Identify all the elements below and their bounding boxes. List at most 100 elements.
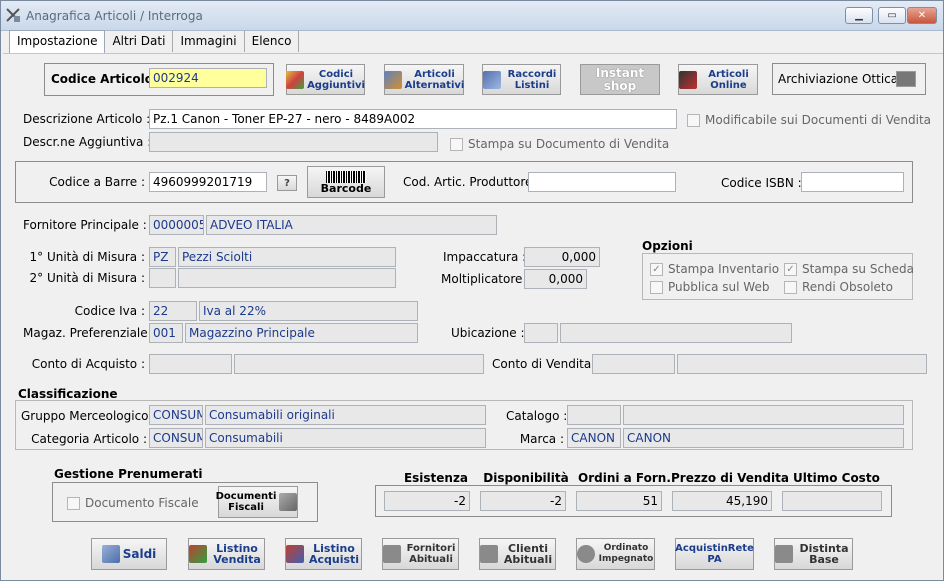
articoli-alternativi-button[interactable]: Articoli Alternativi [383, 64, 464, 95]
articoli-online-button[interactable]: Articoli Online [678, 64, 758, 95]
minimize-button[interactable]: ▁ [845, 7, 873, 24]
stampa-scheda-checkbox[interactable]: ✓ Stampa su Scheda [784, 262, 914, 276]
boxes-icon [383, 70, 402, 89]
documenti-fiscali-button[interactable]: Documenti Fiscali [216, 486, 298, 518]
gruppo-code[interactable]: CONSUM [149, 405, 203, 425]
title-bar: Anagrafica Articoli / Interroga ▁ ▭ ✕ [1, 1, 943, 31]
marca-code[interactable]: CANON [567, 428, 621, 448]
um2-label: 2° Unità di Misura : [29, 271, 146, 285]
instant-shop-label: Instant shop [595, 65, 645, 93]
distinta-base-button[interactable]: Distinta Base [774, 538, 853, 570]
saldi-button[interactable]: Saldi [91, 538, 167, 570]
tree-icon [775, 545, 793, 563]
stampa-inventario-checkbox[interactable]: ✓ Stampa Inventario [650, 262, 779, 276]
iva-code[interactable]: 22 [149, 301, 197, 321]
categoria-label: Categoria Articolo : [31, 432, 147, 446]
produttore-input[interactable] [528, 172, 676, 192]
clienti-abituali-button[interactable]: Clienti Abituali [479, 538, 556, 570]
stampa-documento-label: Stampa su Documento di Vendita [468, 137, 670, 151]
checkbox-box [687, 113, 700, 127]
modificabile-label: Modificabile sui Documenti di Vendita [705, 113, 932, 127]
esistenza-value: -2 [384, 491, 470, 511]
conto-vendita-label: Conto di Vendita : [492, 357, 600, 371]
iva-name: Iva al 22% [199, 301, 418, 321]
stampa-documento-checkbox[interactable]: Stampa su Documento di Vendita [450, 137, 669, 151]
disponibilita-value: -2 [480, 491, 566, 511]
help-button[interactable]: ? [277, 175, 297, 191]
ubicazione-code[interactable] [524, 323, 558, 343]
rendi-obsoleto-checkbox[interactable]: Rendi Obsoleto [784, 280, 893, 294]
iva-label: Codice Iva : [74, 304, 145, 318]
tab-altri-dati[interactable]: Altri Dati [105, 31, 174, 52]
close-button[interactable]: ✕ [907, 7, 937, 24]
window-title: Anagrafica Articoli / Interroga [26, 9, 203, 23]
catalogo-code[interactable] [567, 405, 621, 425]
barre-input[interactable]: 4960999201719 [149, 172, 267, 192]
main-window: Anagrafica Articoli / Interroga ▁ ▭ ✕ Im… [0, 0, 944, 581]
classificazione-title: Classificazione [18, 387, 118, 401]
fornitori-abituali-button[interactable]: Fornitori Abituali [382, 538, 459, 570]
categoria-code[interactable]: CONSUM [149, 428, 203, 448]
magazzino-label: Magaz. Preferenziale : [23, 326, 156, 340]
moltiplicatore-value[interactable]: 0,000 [524, 269, 587, 289]
acquistinrete-button[interactable]: AcquistinRete PA [675, 538, 754, 570]
pubblica-web-checkbox[interactable]: Pubblica sul Web [650, 280, 769, 294]
conto-acquisto-label: Conto di Acquisto : [31, 357, 145, 371]
checkmark-icon: ✓ [784, 262, 797, 276]
opzioni-title: Opzioni [642, 239, 693, 253]
conto-vendita-code[interactable] [592, 354, 675, 374]
listino-acquisti-label: Listino Acquisti [308, 542, 360, 566]
produttore-label: Cod. Artic. Produttore : [403, 175, 541, 189]
descrizione-input[interactable]: Pz.1 Canon - Toner EP-27 - nero - 8489A0… [149, 109, 677, 129]
barcode-button[interactable]: Barcode [307, 166, 385, 198]
categoria-name: Consumabili [205, 428, 486, 448]
conto-acquisto-code[interactable] [149, 354, 232, 374]
app-icon [6, 8, 20, 22]
tab-immagini[interactable]: Immagini [173, 31, 245, 52]
um2-code[interactable] [149, 268, 176, 288]
raccordi-listini-button[interactable]: Raccordi Listini [482, 64, 561, 95]
um1-code[interactable]: PZ [149, 247, 176, 267]
checkbox-box [650, 280, 663, 294]
listino-acquisti-button[interactable]: Listino Acquisti [285, 538, 362, 570]
tab-elenco[interactable]: Elenco [245, 31, 300, 52]
ubicazione-name [560, 323, 792, 343]
people-icon [480, 545, 498, 563]
codice-input[interactable]: 002924 [149, 68, 267, 88]
codici-aggiuntivi-label: Codici Aggiuntivi [307, 68, 365, 91]
descr-agg-input[interactable] [149, 132, 438, 152]
ultimo-costo-header: Ultimo Costo [793, 471, 880, 485]
barcode-icon [326, 170, 366, 183]
checkmark-icon: ✓ [650, 262, 663, 276]
scanner-icon[interactable] [896, 71, 916, 87]
minimize-icon: ▁ [855, 10, 863, 21]
calculator-icon [101, 545, 120, 563]
pricelist-icon [286, 545, 304, 563]
maximize-button[interactable]: ▭ [878, 7, 906, 24]
laptop-icon [679, 70, 697, 89]
stampa-inventario-label: Stampa Inventario [668, 262, 780, 276]
magazzino-name: Magazzino Principale [185, 323, 418, 343]
modificabile-checkbox[interactable]: Modificabile sui Documenti di Vendita [687, 113, 931, 127]
documento-fiscale-label: Documento Fiscale [85, 496, 199, 510]
instant-shop-button[interactable]: Instant shop [580, 64, 660, 95]
barcode-label: Barcode [320, 181, 372, 195]
fornitore-code[interactable]: 0000005 [149, 215, 204, 235]
ordinato-impegnato-button[interactable]: Ordinato Impegnato [576, 538, 655, 570]
isbn-input[interactable] [801, 172, 904, 192]
impostazione-panel: Codice Articolo : 002924 Codici Aggiunti… [3, 53, 943, 580]
ubicazione-label: Ubicazione : [451, 326, 525, 340]
fornitore-label: Fornitore Principale : [23, 218, 147, 232]
prezzo-header: Prezzo di Vendita [671, 471, 789, 485]
listino-vendita-button[interactable]: Listino Vendita [188, 538, 265, 570]
ultimo-costo-value [782, 491, 882, 511]
documento-fiscale-checkbox[interactable]: Documento Fiscale [67, 496, 199, 510]
impaccatura-value[interactable]: 0,000 [524, 247, 600, 267]
archiviazione-label: Archiviazione Ottica : [778, 72, 906, 86]
conto-acquisto-name [234, 354, 484, 374]
codici-aggiuntivi-button[interactable]: Codici Aggiuntivi [286, 64, 365, 95]
ordinato-impegnato-label: Ordinato Impegnato [598, 543, 654, 564]
magazzino-code[interactable]: 001 [149, 323, 183, 343]
tab-impostazione[interactable]: Impostazione [9, 30, 106, 53]
checkbox-box [450, 137, 463, 151]
